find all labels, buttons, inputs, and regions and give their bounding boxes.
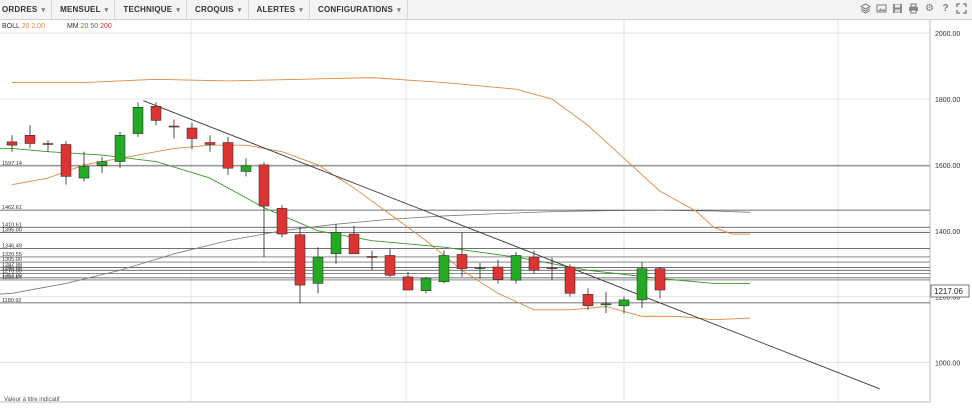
candle-body[interactable] bbox=[60, 144, 72, 177]
y-tick-label: 1400.00 bbox=[935, 229, 960, 236]
menu-configurations[interactable]: CONFIGURATIONS ▾ bbox=[310, 0, 408, 19]
gear-icon[interactable]: ⚙ bbox=[923, 2, 936, 15]
print-icon[interactable] bbox=[907, 2, 920, 15]
candle-body[interactable] bbox=[42, 143, 54, 145]
candle-body[interactable] bbox=[420, 278, 432, 291]
save-icon[interactable] bbox=[891, 2, 904, 15]
help-icon[interactable]: ? bbox=[939, 2, 952, 15]
trendline[interactable] bbox=[143, 100, 880, 390]
chevron-down-icon: ▾ bbox=[397, 6, 401, 14]
mm20-line bbox=[0, 147, 750, 284]
layers-icon[interactable] bbox=[859, 2, 872, 15]
candle-body[interactable] bbox=[438, 255, 450, 283]
candle-body[interactable] bbox=[510, 255, 522, 281]
candle-body[interactable] bbox=[186, 127, 198, 139]
image-icon[interactable] bbox=[875, 2, 888, 15]
level-label: 1250.64 bbox=[2, 275, 22, 281]
toolbar-icons: ⚙ ? bbox=[859, 2, 968, 15]
candle-body[interactable] bbox=[330, 232, 342, 255]
price-chart[interactable]: 1000.001200.001400.001600.001800.002000.… bbox=[0, 20, 972, 405]
candle-body[interactable] bbox=[474, 267, 486, 269]
candle-body[interactable] bbox=[150, 106, 162, 121]
last-price-label: 1217.06 bbox=[934, 287, 963, 296]
candle-body[interactable] bbox=[258, 164, 270, 207]
y-tick-label: 1800.00 bbox=[935, 97, 960, 104]
candle-body[interactable] bbox=[132, 107, 144, 134]
candle-body[interactable] bbox=[636, 268, 648, 301]
candle-body[interactable] bbox=[204, 142, 216, 145]
candle-body[interactable] bbox=[546, 267, 558, 269]
level-label: 1180.92 bbox=[2, 298, 21, 304]
candle-body[interactable] bbox=[78, 166, 90, 179]
menu-ordres[interactable]: ORDRES ▾ bbox=[0, 0, 53, 19]
candle-body[interactable] bbox=[402, 276, 414, 291]
level-label: 1395.00 bbox=[2, 227, 22, 233]
y-tick-label: 2000.00 bbox=[935, 31, 960, 38]
y-tick-label: 1000.00 bbox=[935, 360, 960, 367]
candle-body[interactable] bbox=[114, 135, 126, 162]
chevron-down-icon: ▾ bbox=[299, 6, 303, 14]
candle-body[interactable] bbox=[276, 208, 288, 235]
chevron-down-icon: ▾ bbox=[237, 6, 242, 14]
menu-alertes[interactable]: ALERTES ▾ bbox=[249, 0, 310, 19]
candle-body[interactable] bbox=[168, 125, 180, 128]
level-label: 1346.49 bbox=[2, 243, 22, 249]
candle-body[interactable] bbox=[6, 141, 18, 146]
candle-body[interactable] bbox=[96, 161, 108, 166]
chart-toolbar: ORDRES ▾ MENSUEL ▾ TECHNIQUE ▾ CROQUIS ▾ ALE… bbox=[0, 0, 972, 20]
candle-body[interactable] bbox=[600, 303, 612, 306]
candle-body[interactable] bbox=[240, 165, 252, 172]
candle-body[interactable] bbox=[528, 256, 540, 271]
menu-mensuel[interactable]: MENSUEL ▾ bbox=[52, 0, 116, 19]
candle-body[interactable] bbox=[582, 294, 594, 307]
candle-body[interactable] bbox=[618, 299, 630, 307]
candle-body[interactable] bbox=[348, 233, 360, 255]
chevron-down-icon: ▾ bbox=[41, 6, 46, 14]
candle-body[interactable] bbox=[492, 266, 504, 280]
candle-body[interactable] bbox=[24, 135, 36, 144]
level-label: 1597.14 bbox=[2, 161, 22, 167]
candle-body[interactable] bbox=[294, 234, 306, 286]
fullscreen-icon[interactable] bbox=[955, 2, 968, 15]
chevron-down-icon: ▾ bbox=[176, 6, 181, 14]
candle-body[interactable] bbox=[456, 254, 468, 269]
candle-body[interactable] bbox=[312, 256, 324, 284]
candle-body[interactable] bbox=[654, 268, 666, 291]
menu-croquis[interactable]: CROQUIS ▾ bbox=[187, 0, 249, 19]
disclaimer-text: Valeur à titre indicatif bbox=[4, 397, 60, 403]
y-tick-label: 1600.00 bbox=[935, 163, 960, 170]
candle-body[interactable] bbox=[564, 266, 576, 294]
chevron-down-icon: ▾ bbox=[104, 6, 109, 14]
candle-body[interactable] bbox=[222, 142, 234, 169]
level-label: 1462.61 bbox=[2, 205, 22, 211]
candle-body[interactable] bbox=[384, 255, 396, 276]
menu-technique[interactable]: TECHNIQUE ▾ bbox=[115, 0, 188, 19]
candle-body[interactable] bbox=[366, 256, 378, 258]
